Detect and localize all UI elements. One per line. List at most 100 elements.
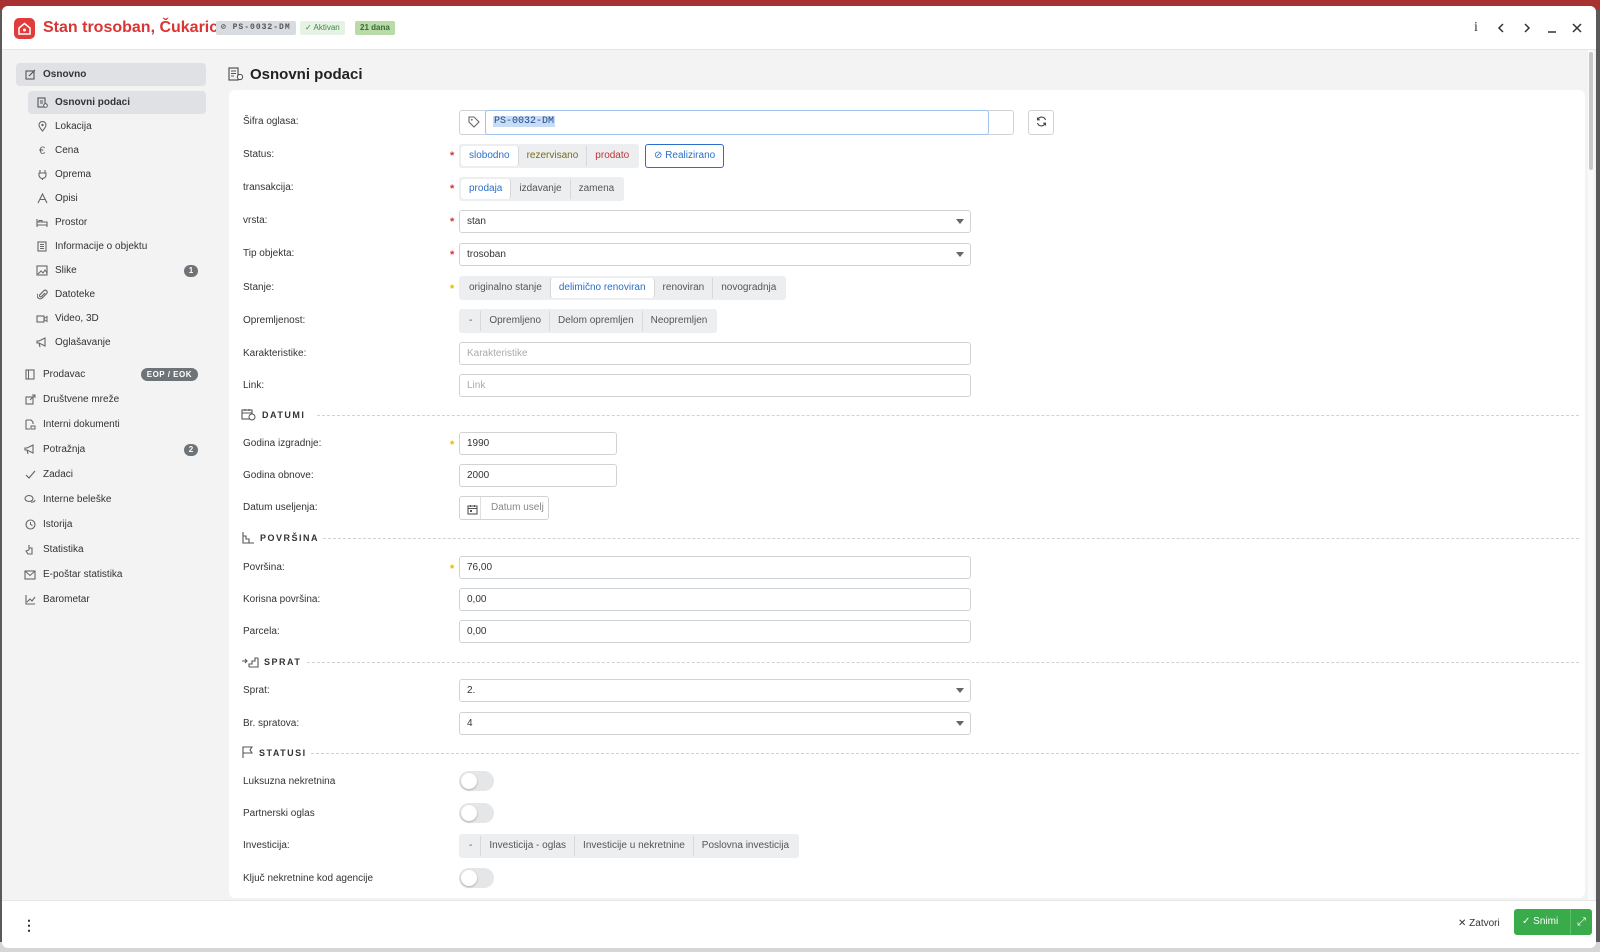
- section-title: DATUMI: [262, 410, 306, 420]
- sidebar-subitem-osnovni-podaci[interactable]: Osnovni podaci: [28, 91, 206, 114]
- investicija-option-nekretnine[interactable]: Investicije u nekretnine: [575, 836, 694, 856]
- sidebar-subitem-oprema[interactable]: Oprema: [28, 163, 206, 186]
- sifra-input[interactable]: PS-0032-DM: [493, 116, 556, 127]
- investicija-option-oglas[interactable]: Investicija - oglas: [481, 836, 576, 856]
- karakteristike-input[interactable]: Karakteristike: [459, 342, 971, 365]
- transakcija-option-zamena[interactable]: zamena: [571, 179, 623, 199]
- godina-obnove-input[interactable]: 2000: [459, 464, 617, 487]
- days-badge: 21 dana: [355, 21, 395, 35]
- sidebar-item-prodavac[interactable]: Prodavac EOP / EOK: [16, 363, 206, 386]
- section-title: STATUSI: [259, 748, 307, 758]
- sidebar-subitem-opisi[interactable]: Opisi: [28, 187, 206, 210]
- sidebar-item-istorija[interactable]: Istorija: [16, 513, 206, 536]
- sidebar-item-interni-dokumenti[interactable]: Interni dokumenti: [16, 413, 206, 436]
- status-option-slobodno[interactable]: slobodno: [461, 146, 519, 166]
- euro-icon: €: [38, 144, 46, 157]
- sidebar-item-barometar[interactable]: Barometar: [16, 588, 206, 611]
- contact-card-icon: [23, 368, 37, 382]
- stanje-option-novogradnja[interactable]: novogradnja: [713, 278, 784, 298]
- korisna-povrsina-input[interactable]: 0,00: [459, 588, 971, 611]
- sidebar-subitem-cena[interactable]: € Cena: [28, 139, 206, 162]
- godina-obnove-label: Godina obnove:: [243, 470, 314, 481]
- sidebar-item-label: Slike: [55, 265, 77, 276]
- sidebar-subitem-lokacija[interactable]: Lokacija: [28, 115, 206, 138]
- investicija-option-poslovna[interactable]: Poslovna investicija: [694, 836, 797, 856]
- sidebar-subitem-slike[interactable]: Slike 1: [28, 259, 206, 282]
- sidebar-item-osnovno[interactable]: Osnovno: [16, 63, 206, 86]
- line-chart-icon: [23, 593, 37, 607]
- opremljenost-option-opremljeno[interactable]: Opremljeno: [481, 311, 551, 331]
- opremljenost-option-delom[interactable]: Delom opremljen: [550, 311, 643, 331]
- sidebar-subitem-oglasavanje[interactable]: Oglašavanje: [28, 331, 206, 354]
- more-options-icon[interactable]: ⋮: [22, 917, 36, 934]
- parcela-input[interactable]: 0,00: [459, 620, 971, 643]
- info-icon[interactable]: i: [1466, 18, 1486, 38]
- realizirano-label: Realizirano: [665, 150, 716, 161]
- section-title: POVRŠINA: [260, 533, 320, 543]
- partnerski-label: Partnerski oglas: [243, 808, 315, 819]
- luksuzna-toggle[interactable]: [459, 771, 494, 791]
- status-option-prodato[interactable]: prodato: [587, 146, 637, 166]
- datum-useljenja-placeholder: Datum uselj: [491, 502, 544, 513]
- sidebar-item-e-postar[interactable]: E-poštar statistika: [16, 563, 206, 586]
- sidebar-item-zadaci[interactable]: Zadaci: [16, 463, 206, 486]
- close-icon[interactable]: [1567, 18, 1587, 38]
- sidebar-item-label: Cena: [55, 145, 79, 156]
- godina-izgradnje-input[interactable]: 1990: [459, 432, 617, 455]
- check-icon: ✓: [1522, 916, 1531, 927]
- transakcija-option-prodaja[interactable]: prodaja: [461, 179, 512, 199]
- minimize-icon[interactable]: [1542, 18, 1562, 38]
- scrollbar-track[interactable]: [1588, 50, 1594, 900]
- br-spratova-select[interactable]: 4: [459, 712, 971, 735]
- window-footer: ⋮ ✕ Zatvori ✓ Snimi ⤢: [2, 900, 1596, 948]
- stanje-option-renoviran[interactable]: renoviran: [655, 278, 714, 298]
- sidebar-item-interne-beleske[interactable]: Interne beleške: [16, 488, 206, 511]
- povrsina-label: Površina:: [243, 562, 285, 573]
- investicija-option-none[interactable]: -: [461, 836, 482, 856]
- sidebar-item-statistika[interactable]: Statistika: [16, 538, 206, 561]
- slike-count-badge: 1: [184, 265, 198, 277]
- sprat-select[interactable]: 2.: [459, 679, 971, 702]
- refresh-button[interactable]: [1028, 110, 1054, 135]
- expand-icon[interactable]: ⤢: [1570, 909, 1592, 935]
- sidebar-subitem-prostor[interactable]: Prostor: [28, 211, 206, 234]
- opremljenost-segmented: - Opremljeno Delom opremljen Neopremljen: [459, 309, 718, 333]
- refresh-icon: [1036, 116, 1047, 130]
- realizirano-button[interactable]: ⊘ Realizirano: [645, 144, 725, 168]
- link-input[interactable]: Link: [459, 374, 971, 397]
- stanje-option-originalno[interactable]: originalno stanje: [461, 278, 551, 298]
- kljuc-toggle[interactable]: [459, 868, 494, 888]
- section-sprat: SPRAT: [241, 655, 1579, 669]
- vrsta-select[interactable]: stan: [459, 210, 971, 233]
- close-button[interactable]: ✕ Zatvori: [1458, 914, 1500, 934]
- sidebar-subitem-video[interactable]: Video, 3D: [28, 307, 206, 330]
- partnerski-toggle[interactable]: [459, 803, 494, 823]
- toggle-knob: [461, 870, 477, 886]
- transakcija-option-izdavanje[interactable]: izdavanje: [511, 179, 571, 199]
- opremljenost-option-neopremljen[interactable]: Neopremljen: [643, 311, 716, 331]
- opremljenost-option-none[interactable]: -: [461, 311, 482, 331]
- video-icon: [35, 312, 49, 326]
- sifra-field[interactable]: PS-0032-DM: [459, 110, 1014, 135]
- status-option-rezervisano[interactable]: rezervisano: [519, 146, 588, 166]
- datum-useljenja-input[interactable]: Datum uselj: [459, 496, 549, 520]
- status-segmented: slobodno rezervisano prodato: [459, 144, 640, 168]
- sidebar-item-drustvene-mreze[interactable]: Društvene mreže: [16, 388, 206, 411]
- chevron-left-icon[interactable]: [1491, 18, 1511, 38]
- stanje-option-delimicno[interactable]: delimično renoviran: [550, 278, 655, 298]
- tag-icon: [468, 116, 480, 131]
- sidebar-subitem-informacije[interactable]: Informacije o objektu: [28, 235, 206, 258]
- code-badge: ⊘ PS-0032-DM: [216, 21, 296, 35]
- scrollbar-thumb[interactable]: [1589, 52, 1593, 170]
- tip-objekta-select[interactable]: trosoban: [459, 243, 971, 266]
- sidebar-item-label: Osnovni podaci: [55, 97, 131, 108]
- check-icon: [23, 468, 37, 482]
- sidebar-subitem-datoteke[interactable]: Datoteke: [28, 283, 206, 306]
- megaphone-icon: [35, 336, 49, 350]
- save-button[interactable]: ✓ Snimi: [1514, 909, 1570, 935]
- megaphone-icon: [23, 443, 37, 457]
- chevron-right-icon[interactable]: [1517, 18, 1537, 38]
- sidebar-item-potraznja[interactable]: Potražnja 2: [16, 438, 206, 461]
- sidebar-item-label: Prodavac: [43, 369, 86, 380]
- povrsina-input[interactable]: 76,00: [459, 556, 971, 579]
